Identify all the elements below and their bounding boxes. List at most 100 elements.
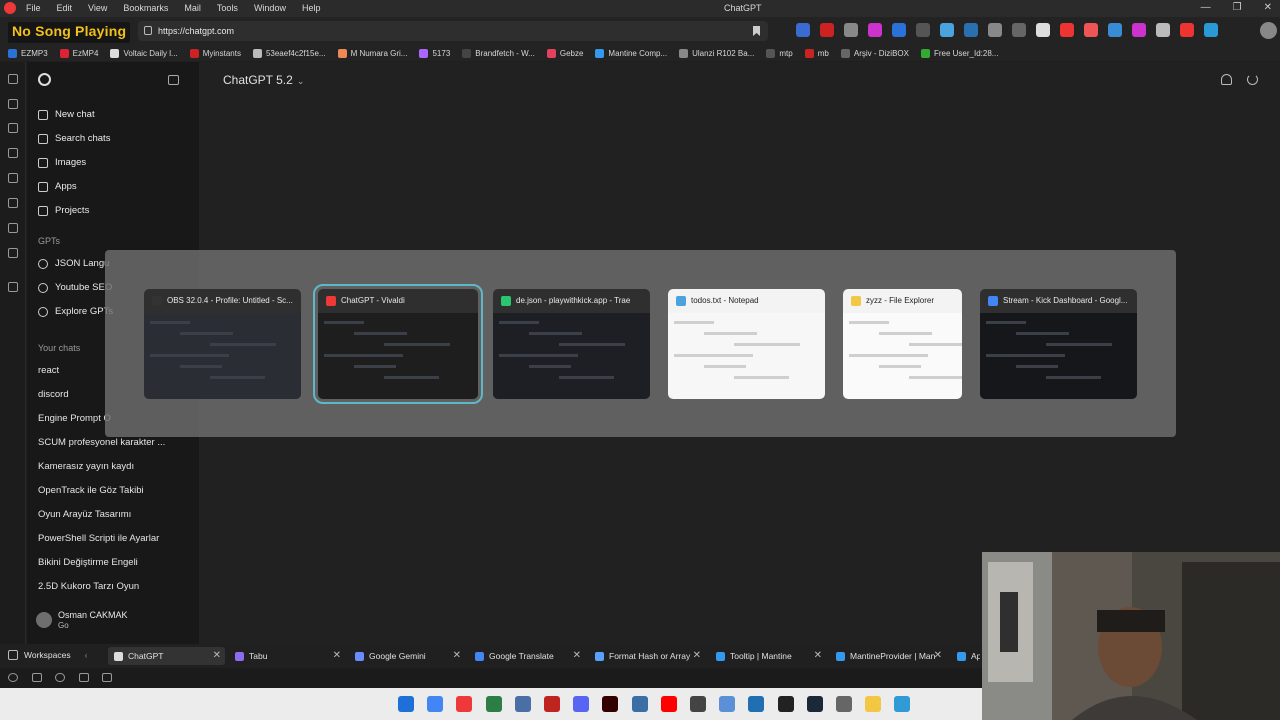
notes-panel-icon[interactable] [8, 148, 18, 158]
extension-icon[interactable] [1084, 23, 1098, 37]
sidebar-item-new-chat[interactable]: New chat [38, 109, 95, 120]
terminal-icon[interactable] [485, 696, 502, 712]
tab-google-translate[interactable]: Google Translate ✕ [469, 647, 585, 665]
menu-edit[interactable]: Edit [57, 3, 73, 13]
tab-mantineprovider-man[interactable]: MantineProvider | Man ✕ [830, 647, 946, 665]
notepad-icon[interactable] [894, 696, 911, 712]
tab-tabu[interactable]: Tabu ✕ [229, 647, 345, 665]
menu-mail[interactable]: Mail [184, 3, 201, 13]
bookmark-item[interactable]: mtp [766, 48, 793, 58]
chat-history-item[interactable]: Bikini Değiştirme Engeli [38, 557, 138, 568]
app2-icon[interactable] [690, 696, 706, 712]
settings-icon[interactable] [8, 673, 18, 682]
obs-icon[interactable] [777, 696, 794, 712]
history-panel-icon[interactable] [8, 123, 18, 133]
sidebar-item-images[interactable]: Images [38, 157, 86, 168]
switcher-window[interactable]: Stream - Kick Dashboard - Googl... [980, 289, 1137, 399]
bookmark-item[interactable]: mb [804, 48, 829, 58]
extension-icon[interactable] [964, 23, 978, 37]
chat-history-item[interactable]: PowerShell Scripti ile Ayarlar [38, 533, 159, 544]
model-selector[interactable]: ChatGPT 5.2 ⌄ [223, 73, 304, 87]
steam-icon[interactable] [806, 696, 823, 712]
bookmarks-panel-icon[interactable] [8, 74, 18, 84]
add-panel-icon[interactable] [8, 282, 18, 292]
restore-icon[interactable]: ❐ [1233, 2, 1242, 13]
menu-bookmarks[interactable]: Bookmarks [123, 3, 168, 13]
chatgpt-logo-icon[interactable] [38, 73, 51, 86]
bookmark-item[interactable]: Arşiv - DiziBOX [840, 48, 909, 58]
workspaces-button[interactable]: Workspaces ‹ [8, 650, 87, 660]
filezilla-icon[interactable] [544, 696, 560, 712]
sidebar-toggle-icon[interactable] [168, 75, 179, 85]
tab-format-hash-or-array[interactable]: Format Hash or Array ✕ [589, 647, 705, 665]
account-icon[interactable] [1221, 74, 1232, 85]
extension-icon[interactable] [820, 23, 834, 37]
bookmark-item[interactable]: EzMP4 [59, 48, 98, 58]
calendar-icon[interactable] [102, 673, 112, 682]
chrome-icon[interactable] [427, 696, 444, 712]
chat-history-item[interactable]: discord [38, 389, 69, 400]
close-tab-icon[interactable]: ✕ [934, 650, 942, 661]
extension-icon[interactable] [1060, 23, 1074, 37]
git-icon[interactable] [514, 696, 531, 712]
extension-icon[interactable] [1012, 23, 1026, 37]
capture-icon[interactable] [79, 673, 89, 682]
extension-icon[interactable] [844, 23, 858, 37]
cloud-icon[interactable] [55, 673, 65, 682]
window-panel-icon[interactable] [8, 223, 18, 233]
close-tab-icon[interactable]: ✕ [213, 650, 221, 661]
menu-tools[interactable]: Tools [217, 3, 238, 13]
extension-icon[interactable] [988, 23, 1002, 37]
explorer-icon[interactable] [719, 696, 736, 712]
bookmark-item[interactable]: Free User_Id:28... [920, 48, 998, 58]
downloads-panel-icon[interactable] [8, 99, 18, 109]
temporary-chat-icon[interactable] [1247, 74, 1258, 85]
gpt-item[interactable]: Youtube SEO [38, 282, 112, 293]
menu-file[interactable]: File [26, 3, 41, 13]
switcher-window[interactable]: zyzz - File Explorer [843, 289, 962, 399]
extension-icon[interactable] [1132, 23, 1146, 37]
bookmark-item[interactable]: M Numara Gri... [337, 48, 407, 58]
bookmark-item[interactable]: Mantine Comp... [595, 48, 667, 58]
tab-app[interactable]: App [951, 647, 980, 665]
translate-panel-icon[interactable] [8, 173, 18, 183]
menu-window[interactable]: Window [254, 3, 286, 13]
switcher-window[interactable]: ChatGPT - Vivaldi [313, 284, 483, 404]
tab-google-gemini[interactable]: Google Gemini ✕ [349, 647, 465, 665]
bookmark-item[interactable]: Gebze [546, 48, 583, 58]
chat-history-item[interactable]: react [38, 365, 59, 376]
extension-icon[interactable] [868, 23, 882, 37]
menu-help[interactable]: Help [302, 3, 321, 13]
sidebar-item-apps[interactable]: Apps [38, 181, 77, 192]
bookmark-icon[interactable] [753, 26, 760, 36]
chat-history-item[interactable]: 2.5D Kukoro Tarzı Oyun [38, 581, 139, 592]
close-tab-icon[interactable]: ✕ [453, 650, 461, 661]
bookmark-item[interactable]: Brandfetch - W... [462, 48, 535, 58]
switcher-window[interactable]: OBS 32.0.4 - Profile: Untitled - Sc... [144, 289, 301, 399]
tab-tooltip-mantine[interactable]: Tooltip | Mantine ✕ [710, 647, 826, 665]
gpt-item[interactable]: Explore GPTs [38, 306, 113, 317]
bookmark-item[interactable]: 5173 [419, 48, 450, 58]
extension-icon[interactable] [796, 23, 810, 37]
bookmark-item[interactable]: Voltaic Daily l... [110, 48, 178, 58]
user-account[interactable]: Osman CAKMAK Go [36, 610, 128, 630]
vscode-icon[interactable] [748, 696, 765, 712]
profile-avatar[interactable] [1260, 22, 1277, 39]
close-tab-icon[interactable]: ✕ [333, 650, 341, 661]
extension-icon[interactable] [1036, 23, 1050, 37]
bookmark-item[interactable]: Ulanzi R102 Ba... [679, 48, 754, 58]
extension-icon[interactable] [1108, 23, 1122, 37]
bookmark-item[interactable]: EZMP3 [8, 48, 48, 58]
close-tab-icon[interactable]: ✕ [814, 650, 822, 661]
chat-history-item[interactable]: OpenTrack ile Göz Takibi [38, 485, 144, 496]
chat-history-item[interactable]: Kamerasız yayın kaydı [38, 461, 134, 472]
chat-history-item[interactable]: Oyun Arayüz Tasarımı [38, 509, 131, 520]
extension-icon[interactable] [1204, 23, 1218, 37]
app-icon[interactable] [631, 696, 648, 712]
extension-icon[interactable] [1180, 23, 1194, 37]
switcher-window[interactable]: todos.txt - Notepad [668, 289, 825, 399]
extension-icon[interactable] [892, 23, 906, 37]
vivaldi-logo-icon[interactable] [4, 2, 16, 14]
illustrator-icon[interactable] [602, 696, 619, 712]
tile-icon[interactable] [32, 673, 42, 682]
